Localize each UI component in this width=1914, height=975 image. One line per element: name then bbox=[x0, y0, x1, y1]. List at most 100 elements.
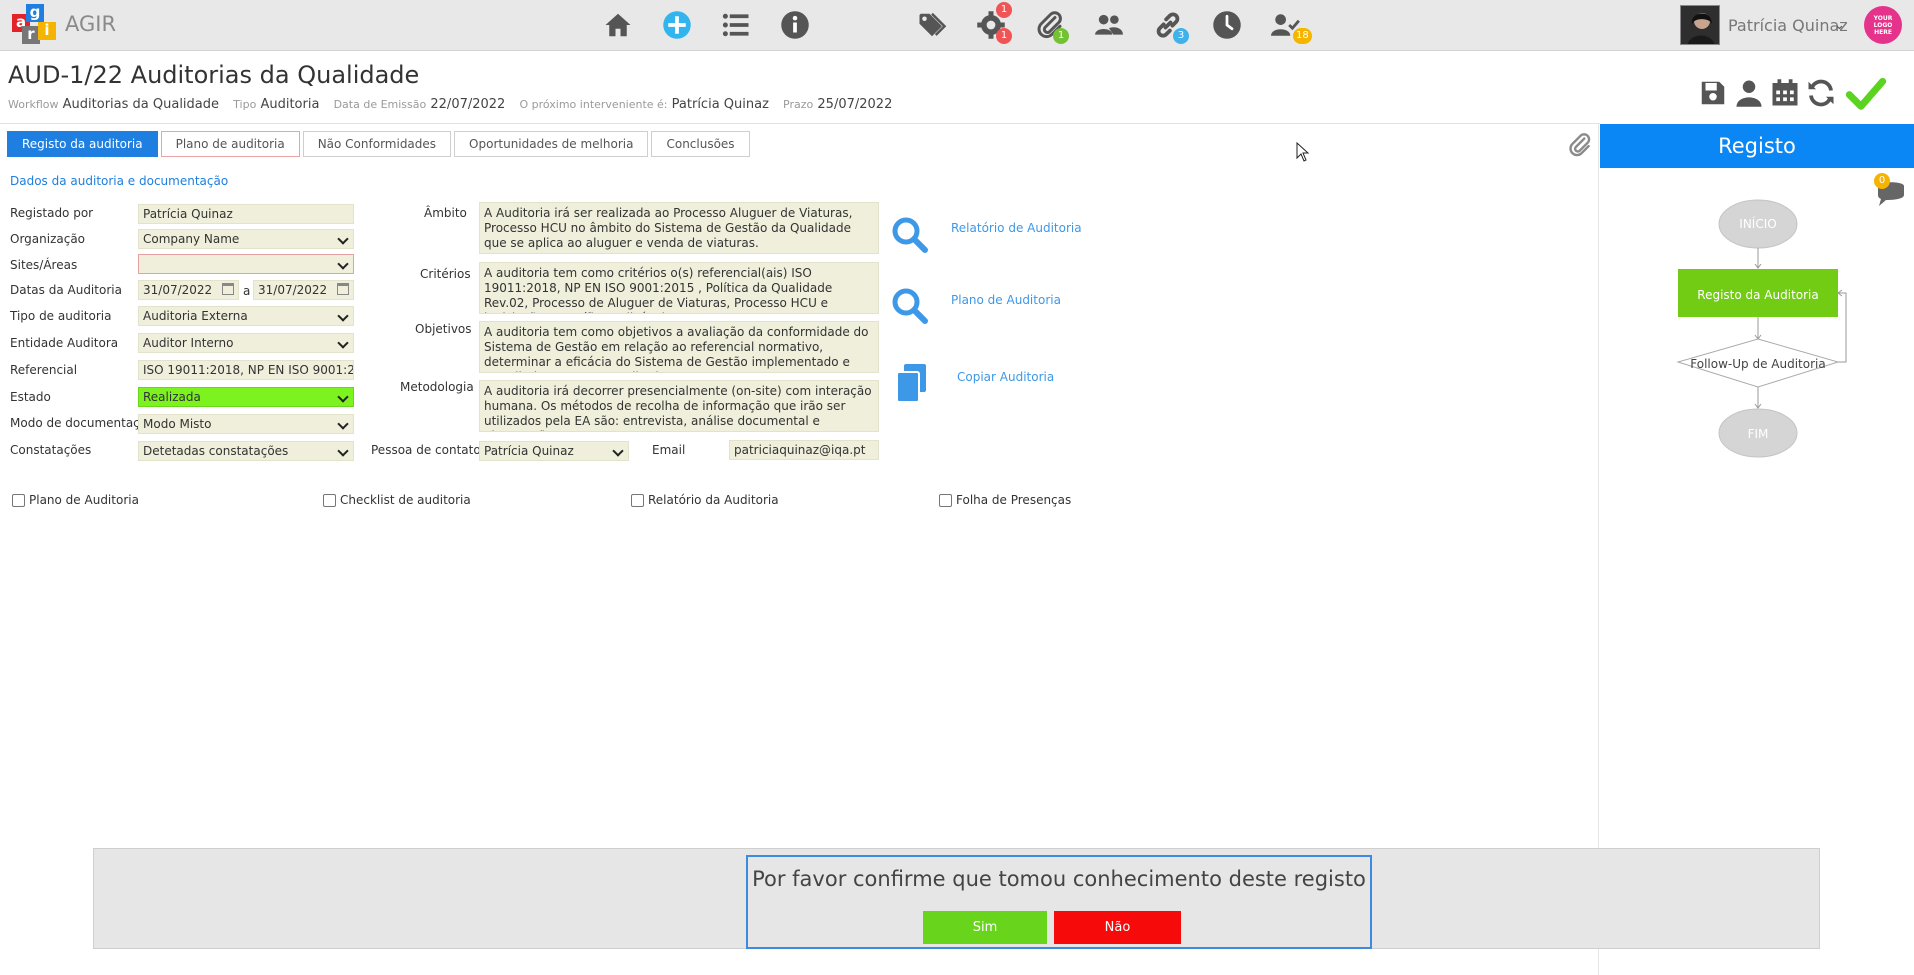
checkbox-label: Plano de Auditoria bbox=[29, 493, 139, 507]
tab-oportunidades-melhoria[interactable]: Oportunidades de melhoria bbox=[454, 131, 649, 157]
plano-auditoria-link[interactable]: Plano de Auditoria bbox=[951, 293, 1061, 307]
company-logo: YOUR LOGO HERE bbox=[1864, 6, 1902, 44]
tab-nao-conformidades[interactable]: Não Conformidades bbox=[302, 131, 452, 157]
interveniente-label: O próximo interveniente é: bbox=[519, 98, 668, 111]
list-icon[interactable] bbox=[719, 8, 753, 42]
pessoa-contato-select[interactable]: Patrícia Quinaz bbox=[479, 441, 629, 461]
emissao-label: Data de Emissão bbox=[333, 98, 427, 111]
data-fim-value: 31/07/2022 bbox=[258, 283, 328, 297]
attachments-icon[interactable]: 1 bbox=[1033, 8, 1069, 44]
tipo-label: Tipo bbox=[233, 98, 257, 111]
tipo-auditoria-select[interactable]: Auditoria Externa bbox=[138, 306, 354, 326]
page-title: AUD-1/22 Auditorias da Qualidade bbox=[8, 61, 420, 89]
confirm-yes-button[interactable]: Sim bbox=[923, 911, 1047, 944]
datas-auditoria-label: Datas da Auditoria bbox=[10, 283, 122, 297]
refresh-icon[interactable] bbox=[1803, 75, 1839, 111]
top-bar: a g r i AGIR 1 1 1 3 18 Patrícia Quinaz … bbox=[0, 0, 1914, 51]
prazo-value: 25/07/2022 bbox=[817, 97, 893, 112]
datas-separator: a bbox=[243, 284, 251, 298]
data-inicio-field[interactable]: 31/07/2022 bbox=[138, 280, 239, 300]
ambito-textarea[interactable]: A Auditoria irá ser realizada ao Process… bbox=[479, 202, 879, 254]
prazo-label: Prazo bbox=[783, 98, 814, 111]
metodologia-textarea[interactable]: A auditoria irá decorrer presencialmente… bbox=[479, 380, 879, 432]
record-toolbar bbox=[1695, 72, 1893, 114]
user-check-icon[interactable]: 18 bbox=[1269, 8, 1312, 44]
checkbox-checklist-auditoria[interactable]: Checklist de auditoria bbox=[323, 493, 471, 507]
tab-conclusoes[interactable]: Conclusões bbox=[651, 131, 750, 157]
tipo-auditoria-label: Tipo de auditoria bbox=[10, 309, 112, 323]
sites-areas-select[interactable] bbox=[138, 254, 354, 274]
users-icon[interactable] bbox=[1092, 8, 1126, 42]
checkbox-box[interactable] bbox=[323, 493, 336, 507]
constatacoes-select[interactable]: Detetadas constatações bbox=[138, 441, 354, 461]
agir-logo[interactable]: a g r i bbox=[10, 4, 56, 46]
app-name: AGIR bbox=[65, 12, 117, 36]
workflow-panel-title: Registo bbox=[1600, 124, 1914, 168]
flow-step-registo[interactable]: Registo da Auditoria bbox=[1678, 288, 1838, 302]
calendar-icon[interactable] bbox=[222, 283, 234, 295]
relatorio-auditoria-link[interactable]: Relatório de Auditoria bbox=[951, 221, 1082, 235]
tab-registo-auditoria[interactable]: Registo da auditoria bbox=[7, 131, 158, 157]
flow-end-node[interactable]: FIM bbox=[1719, 427, 1797, 441]
tab-plano-auditoria[interactable]: Plano de auditoria bbox=[160, 131, 300, 157]
info-icon[interactable] bbox=[778, 8, 812, 42]
checkbox-plano-auditoria[interactable]: Plano de Auditoria bbox=[12, 493, 139, 507]
estado-label: Estado bbox=[10, 390, 51, 404]
links-icon[interactable]: 3 bbox=[1151, 8, 1189, 44]
referencial-field[interactable]: ISO 19011:2018, NP EN ISO 9001:2015 bbox=[138, 360, 354, 380]
data-inicio-value: 31/07/2022 bbox=[143, 283, 213, 297]
objetivos-textarea[interactable]: A auditoria tem como objetivos a avaliaç… bbox=[479, 321, 879, 373]
checkbox-box[interactable] bbox=[12, 493, 25, 507]
flow-start-node[interactable]: INÍCIO bbox=[1719, 217, 1797, 231]
criterios-textarea[interactable]: A auditoria tem como critérios o(s) refe… bbox=[479, 262, 879, 314]
user-icon[interactable] bbox=[1731, 75, 1767, 111]
checkbox-folha-presencas[interactable]: Folha de Presenças bbox=[939, 493, 1071, 507]
pessoa-contato-label: Pessoa de contato bbox=[371, 443, 481, 457]
data-fim-field[interactable]: 31/07/2022 bbox=[253, 280, 354, 300]
logo-letter-i: i bbox=[38, 22, 56, 40]
save-icon[interactable] bbox=[1695, 75, 1731, 111]
confirm-no-button[interactable]: Não bbox=[1054, 911, 1181, 944]
add-icon[interactable] bbox=[660, 8, 694, 42]
clock-icon[interactable] bbox=[1210, 8, 1244, 42]
tags-icon[interactable] bbox=[915, 8, 949, 42]
search-icon[interactable] bbox=[890, 286, 930, 326]
checkbox-box[interactable] bbox=[939, 493, 952, 507]
user-avatar[interactable] bbox=[1680, 5, 1720, 45]
search-icon[interactable] bbox=[890, 215, 930, 255]
checkbox-label: Folha de Presenças bbox=[956, 493, 1072, 507]
chat-icon[interactable]: 0 bbox=[1874, 173, 1908, 208]
workflow-label: Workflow bbox=[8, 98, 59, 111]
chevron-down-icon[interactable]: ⌄ bbox=[1834, 18, 1845, 33]
user-name[interactable]: Patrícia Quinaz bbox=[1728, 16, 1848, 35]
estado-select[interactable]: Realizada bbox=[138, 387, 354, 407]
modo-documentacao-select[interactable]: Modo Misto bbox=[138, 414, 354, 434]
settings-badge-bottom: 1 bbox=[996, 28, 1012, 44]
modo-documentacao-label: Modo de documentação bbox=[10, 416, 155, 430]
registado-por-field[interactable]: Patrícia Quinaz bbox=[138, 204, 354, 224]
entidade-auditora-select[interactable]: Auditor Interno bbox=[138, 333, 354, 353]
home-icon[interactable] bbox=[601, 8, 635, 42]
chat-badge: 0 bbox=[1874, 173, 1890, 189]
record-tabs: Registo da auditoria Plano de auditoria … bbox=[7, 131, 750, 157]
paperclip-icon[interactable] bbox=[1567, 132, 1593, 158]
checkbox-box[interactable] bbox=[631, 493, 644, 507]
checkbox-label: Checklist de auditoria bbox=[340, 493, 471, 507]
checkbox-label: Relatório da Auditoria bbox=[648, 493, 779, 507]
objetivos-label: Objetivos bbox=[415, 322, 472, 336]
approve-check-icon[interactable] bbox=[1839, 75, 1893, 111]
section-title: Dados da auditoria e documentação bbox=[10, 174, 229, 188]
organizacao-select[interactable]: Company Name bbox=[138, 229, 354, 249]
copiar-auditoria-link[interactable]: Copiar Auditoria bbox=[957, 370, 1054, 384]
calendar-icon[interactable] bbox=[337, 283, 349, 295]
emissao-value: 22/07/2022 bbox=[430, 97, 506, 112]
calendar-icon[interactable] bbox=[1767, 75, 1803, 111]
registado-por-label: Registado por bbox=[10, 206, 94, 220]
checkbox-relatorio-auditoria[interactable]: Relatório da Auditoria bbox=[631, 493, 779, 507]
metodologia-label: Metodologia bbox=[400, 380, 474, 394]
settings-icon[interactable]: 1 1 bbox=[974, 2, 1012, 44]
copy-icon[interactable] bbox=[894, 362, 930, 404]
settings-badge-top: 1 bbox=[996, 2, 1012, 18]
email-field[interactable]: patriciaquinaz@iqa.pt bbox=[729, 440, 879, 460]
flow-decision-followup[interactable]: Follow-Up de Auditoria bbox=[1678, 357, 1838, 371]
